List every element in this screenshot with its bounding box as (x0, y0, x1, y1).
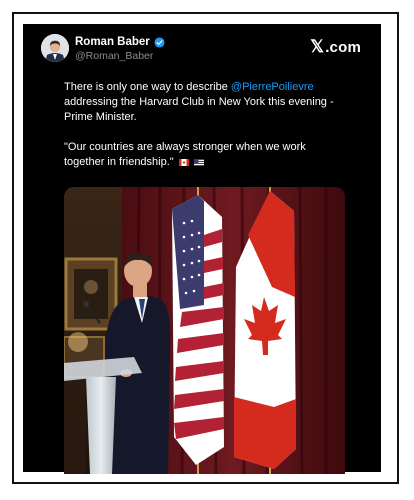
verified-badge-icon (154, 36, 165, 48)
x-logo-label: .com (325, 39, 361, 56)
mention-link[interactable]: @PierrePoilievre (231, 81, 314, 93)
author-name[interactable]: Roman Baber (75, 36, 150, 48)
post-text-prefix: There is only one way to describe (64, 81, 231, 93)
x-logo-icon: 𝕏 (310, 37, 325, 56)
x-logo: 𝕏.com (310, 37, 361, 57)
post-media[interactable] (64, 187, 345, 474)
avatar[interactable] (41, 34, 69, 62)
author-info: Roman Baber @Roman_Baber (75, 36, 165, 62)
post-header: Roman Baber @Roman_Baber 𝕏.com (41, 34, 361, 66)
usa-flag-photo (172, 195, 224, 465)
avatar-image (41, 34, 69, 62)
post-text: There is only one way to describe @Pierr… (64, 80, 349, 170)
post-photo (64, 187, 345, 474)
post-text-suffix: addressing the Harvard Club in New York … (64, 96, 334, 123)
usa-flag-icon (193, 159, 204, 166)
canada-flag-icon (178, 159, 189, 166)
author-handle[interactable]: @Roman_Baber (75, 50, 165, 62)
post-paragraph-1: There is only one way to describe @Pierr… (64, 80, 349, 125)
post-paragraph-2: "Our countries are always stronger when … (64, 140, 349, 170)
